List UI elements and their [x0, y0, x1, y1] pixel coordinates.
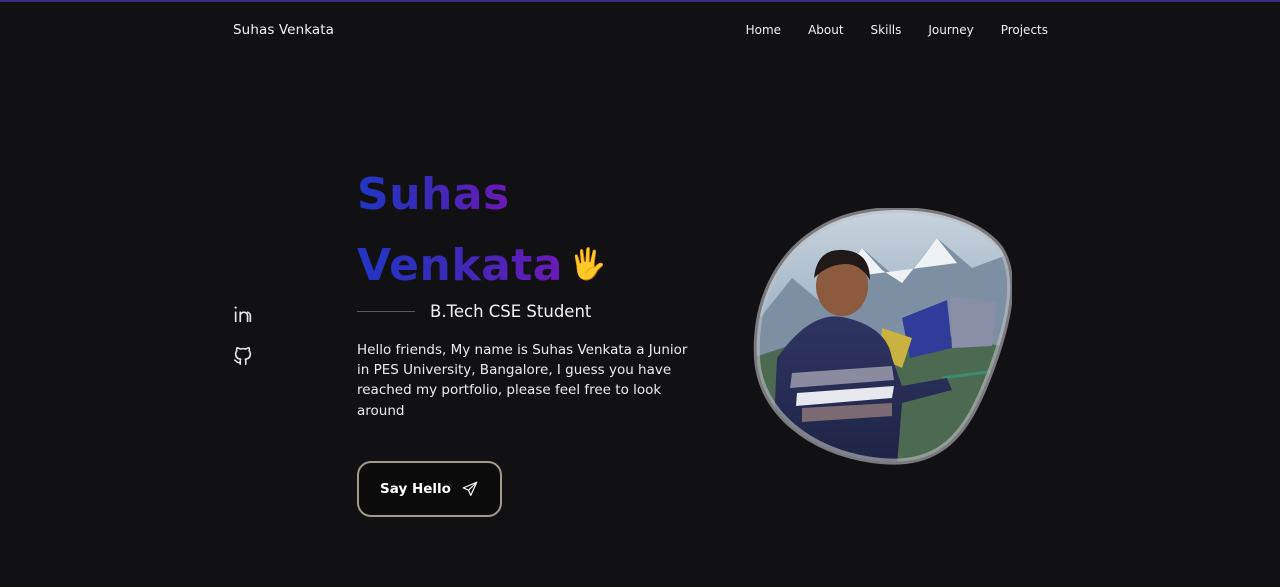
profile-photo: [753, 208, 1012, 465]
nav-item-skills[interactable]: Skills: [871, 23, 902, 37]
say-hello-button[interactable]: Say Hello: [357, 461, 502, 517]
wave-hand-icon: 🖐: [569, 247, 607, 282]
say-hello-label: Say Hello: [380, 481, 451, 497]
main-nav: Home About Skills Journey Projects: [746, 23, 1048, 37]
send-icon: [462, 481, 478, 496]
nav-item-journey[interactable]: Journey: [928, 23, 973, 37]
github-link[interactable]: [232, 345, 254, 367]
hero-first-name: Suhas: [357, 169, 510, 220]
hero-subtitle: B.Tech CSE Student: [430, 302, 592, 321]
hero-subtitle-row: B.Tech CSE Student: [357, 302, 591, 321]
brand-logo[interactable]: Suhas Venkata: [233, 22, 334, 38]
nav-item-projects[interactable]: Projects: [1001, 23, 1048, 37]
hero-last-name: Venkata: [357, 240, 563, 291]
subtitle-divider: [357, 311, 415, 312]
nav-item-home[interactable]: Home: [746, 23, 781, 37]
linkedin-icon: [234, 306, 252, 323]
header: Suhas Venkata Home About Skills Journey …: [0, 0, 1280, 62]
social-links: [232, 303, 254, 367]
linkedin-link[interactable]: [232, 303, 254, 325]
github-icon: [233, 347, 252, 366]
nav-item-about[interactable]: About: [808, 23, 843, 37]
hero-name: Suhas Venkata 🖐: [357, 160, 607, 301]
hero-description: Hello friends, My name is Suhas Venkata …: [357, 342, 688, 419]
